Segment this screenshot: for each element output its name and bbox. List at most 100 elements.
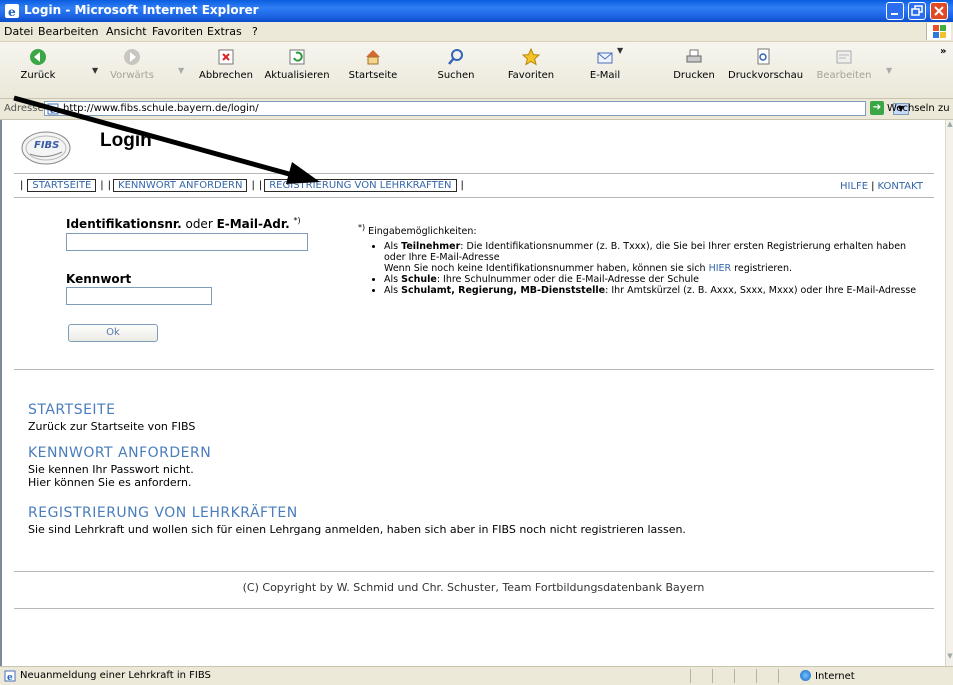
ie-icon: e [5, 4, 19, 19]
go-arrow-icon: ➔ [870, 101, 884, 115]
page-icon: e [47, 103, 59, 115]
search-label: Suchen [437, 70, 475, 81]
nav-kennwort-anfordern[interactable]: KENNWORT ANFORDERN [113, 179, 248, 192]
ok-button[interactable]: Ok [68, 324, 158, 342]
section-kennwort-text: Sie kennen Ihr Passwort nicht. Hier könne… [28, 463, 194, 489]
scroll-up-icon[interactable]: ▲ [946, 120, 953, 134]
stop-button[interactable]: Abbrechen [194, 44, 258, 81]
section-kennwort-title[interactable]: KENNWORT ANFORDERN [28, 445, 211, 461]
home-icon [366, 50, 380, 65]
mail-label: E-Mail [589, 70, 621, 81]
status-divider [778, 669, 779, 683]
hint-item-schulamt: Als Schulamt, Regierung, MB-Dienststelle… [384, 285, 918, 296]
menu-ansicht[interactable]: Ansicht [106, 25, 147, 38]
print-button[interactable]: Drucken [672, 44, 716, 81]
status-page-icon: e [4, 670, 16, 682]
top-navigation: | STARTSEITE | | KENNWORT ANFORDERN | | REGISTR… [20, 179, 464, 192]
refresh-label: Aktualisieren [264, 70, 330, 81]
print-label: Drucken [673, 70, 715, 81]
page-content: FIBS Login | STARTSEITE | | KENNWORT ANFORDE… [0, 120, 945, 666]
password-label: Kennwort [66, 272, 132, 286]
copyright: (C) Copyright by W. Schmid und Chr. Schu… [242, 581, 705, 594]
nav-startseite[interactable]: STARTSEITE [27, 179, 97, 192]
status-bar: e Neuanmeldung einer Lehrkraft in FIBS I… [0, 666, 953, 685]
fibs-logo: FIBS [21, 131, 71, 165]
security-zone: Internet [800, 670, 855, 682]
favorites-star-icon [521, 47, 541, 66]
nav-hilfe[interactable]: HILFE [840, 181, 868, 192]
go-label: Wechseln zu [887, 103, 950, 114]
section-registrierung-text: Sie sind Lehrkraft und wollen sich für e… [28, 523, 686, 536]
divider [14, 369, 934, 370]
svg-text:e: e [7, 673, 13, 682]
mail-icon [597, 52, 613, 64]
svg-text:FIBS: FIBS [34, 140, 59, 151]
id-label: Identifikationsnr. oder E-Mail-Adr. *) [66, 216, 301, 231]
address-bar: Adresse e http://www.fibs.schule.bayern.… [0, 99, 953, 120]
stop-label: Abbrechen [199, 70, 253, 81]
home-button[interactable]: Startseite [346, 44, 400, 81]
print-preview-icon [757, 48, 770, 65]
forward-dropdown-icon[interactable]: ▼ [178, 66, 184, 75]
password-input[interactable] [66, 287, 212, 305]
status-divider [690, 669, 691, 683]
toolbar: Zurück ▼ Vorwärts ▼ Abbrechen Aktualisie… [0, 42, 953, 99]
close-button[interactable] [930, 2, 948, 20]
top-navigation-right: HILFE | KONTAKT [840, 181, 923, 192]
hint-item-teilnehmer: Als Teilnehmer: Die Identifikationsnumme… [384, 241, 918, 274]
edit-dropdown-icon[interactable]: ▼ [886, 66, 892, 75]
window-title: Login - Microsoft Internet Explorer [24, 3, 259, 17]
maximize-button[interactable] [908, 2, 926, 20]
mail-dropdown-icon[interactable]: ▼ [617, 46, 623, 55]
scroll-down-icon[interactable]: ▼ [946, 652, 953, 666]
search-button[interactable]: Suchen [432, 44, 480, 81]
minimize-button[interactable] [886, 2, 904, 20]
menu-help[interactable]: ? [252, 25, 258, 38]
menu-bearbeiten[interactable]: Bearbeiten [38, 25, 98, 38]
back-button[interactable]: Zurück [14, 44, 62, 81]
search-icon [448, 49, 463, 65]
menu-bar: Datei Bearbeiten Ansicht Favoriten Extra… [0, 22, 953, 42]
id-input[interactable] [66, 233, 308, 251]
divider [14, 608, 934, 609]
home-label: Startseite [348, 70, 398, 81]
toolbar-overflow-icon[interactable]: » [940, 46, 946, 57]
back-arrow-icon [30, 49, 46, 65]
divider [14, 197, 934, 198]
back-label: Zurück [20, 70, 56, 81]
go-button[interactable]: ➔ Wechseln zu [870, 101, 950, 115]
svg-text:e: e [8, 5, 16, 19]
favorites-button[interactable]: Favoriten [504, 44, 558, 81]
favorites-label: Favoriten [507, 70, 555, 81]
refresh-icon [289, 49, 305, 65]
address-input[interactable]: e http://www.fibs.schule.bayern.de/login… [44, 101, 909, 116]
forward-label: Vorwärts [110, 70, 154, 81]
refresh-button[interactable]: Aktualisieren [264, 44, 330, 81]
divider [14, 173, 934, 174]
input-hint: *) Eingabemöglichkeiten: Als Teilnehmer:… [358, 222, 918, 296]
status-message: Neuanmeldung einer Lehrkraft in FIBS [20, 670, 211, 681]
edit-button[interactable]: Bearbeiten [816, 44, 872, 81]
internet-globe-icon [800, 670, 811, 681]
print-preview-label: Druckvorschau [728, 70, 804, 81]
nav-registrierung-lehrkraefte[interactable]: REGISTRIERUNG VON LEHRKRÄFTEN [264, 179, 457, 192]
status-divider [756, 669, 757, 683]
vertical-scrollbar[interactable]: ▲ ▼ [945, 120, 953, 666]
nav-kontakt[interactable]: KONTAKT [878, 181, 923, 192]
menu-extras[interactable]: Extras [207, 25, 242, 38]
address-label: Adresse [4, 103, 44, 114]
printer-icon [686, 49, 702, 63]
print-preview-button[interactable]: Druckvorschau [728, 44, 804, 81]
forward-button[interactable]: Vorwärts [106, 44, 158, 81]
svg-text:e: e [50, 106, 56, 115]
address-url: http://www.fibs.schule.bayern.de/login/ [63, 103, 259, 114]
menu-datei[interactable]: Datei [4, 25, 33, 38]
status-divider [712, 669, 713, 683]
back-dropdown-icon[interactable]: ▼ [92, 66, 98, 75]
stop-icon [218, 49, 234, 65]
status-divider [734, 669, 735, 683]
hier-link[interactable]: HIER [709, 263, 732, 274]
menu-favoriten[interactable]: Favoriten [152, 25, 203, 38]
section-registrierung-title[interactable]: REGISTRIERUNG VON LEHRKRÄFTEN [28, 505, 298, 521]
section-startseite-title[interactable]: STARTSEITE [28, 402, 115, 418]
